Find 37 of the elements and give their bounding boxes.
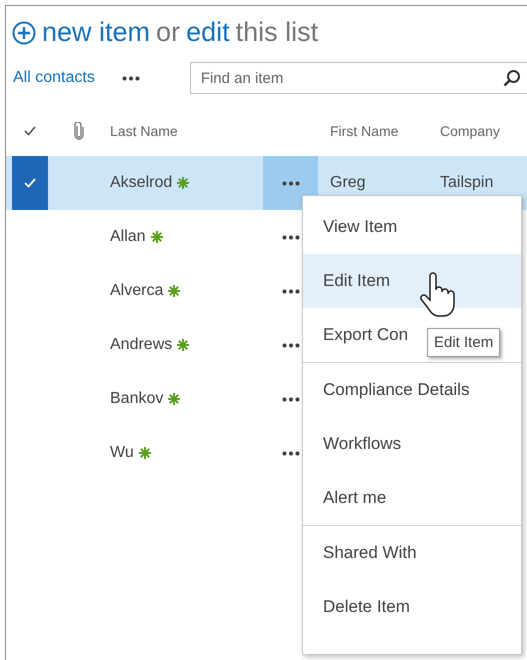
- edit-link[interactable]: edit: [186, 17, 230, 48]
- menu-item[interactable]: Workflows: [303, 417, 412, 471]
- menu-item[interactable]: Compliance Details: [303, 363, 480, 417]
- more-icon[interactable]: [282, 450, 300, 456]
- more-icon[interactable]: [282, 342, 300, 348]
- menu-item[interactable]: View Item: [303, 200, 408, 254]
- table-cell: Bankov: [110, 390, 164, 408]
- column-header[interactable]: First Name: [330, 123, 398, 139]
- search-icon[interactable]: [503, 69, 521, 87]
- table-cell: Akselrod: [110, 174, 172, 192]
- tooltip: Edit Item: [427, 328, 500, 357]
- more-icon[interactable]: [282, 234, 300, 240]
- table-cell: Tailspin: [440, 174, 494, 191]
- menu-item[interactable]: Alert me: [303, 471, 396, 525]
- table-cell: Allan: [110, 228, 146, 246]
- more-icon[interactable]: [282, 288, 300, 294]
- table-cell: Andrews: [110, 336, 172, 354]
- hand-cursor-icon: [418, 272, 458, 320]
- table-cell: Greg: [330, 174, 366, 191]
- more-icon[interactable]: [282, 180, 300, 186]
- table-cell: Alverca: [110, 282, 164, 300]
- add-icon[interactable]: [12, 20, 36, 44]
- view-link[interactable]: All contacts: [13, 69, 95, 87]
- menu-item[interactable]: Shared With: [303, 526, 427, 580]
- title-text: this list: [236, 17, 318, 48]
- more-icon[interactable]: [282, 396, 300, 402]
- menu-item[interactable]: Delete Item: [303, 580, 420, 634]
- new-item-link[interactable]: new item: [42, 17, 150, 48]
- column-header[interactable]: Company: [440, 123, 500, 139]
- more-icon[interactable]: [122, 76, 140, 80]
- search-field[interactable]: Find an item: [190, 62, 527, 94]
- menu-item[interactable]: Export Con: [303, 308, 418, 362]
- column-header[interactable]: Last Name: [110, 123, 178, 139]
- check-icon[interactable]: [24, 126, 36, 136]
- table-cell: Wu: [110, 444, 134, 462]
- title-text: or: [156, 17, 180, 48]
- paperclip-icon: [74, 122, 84, 140]
